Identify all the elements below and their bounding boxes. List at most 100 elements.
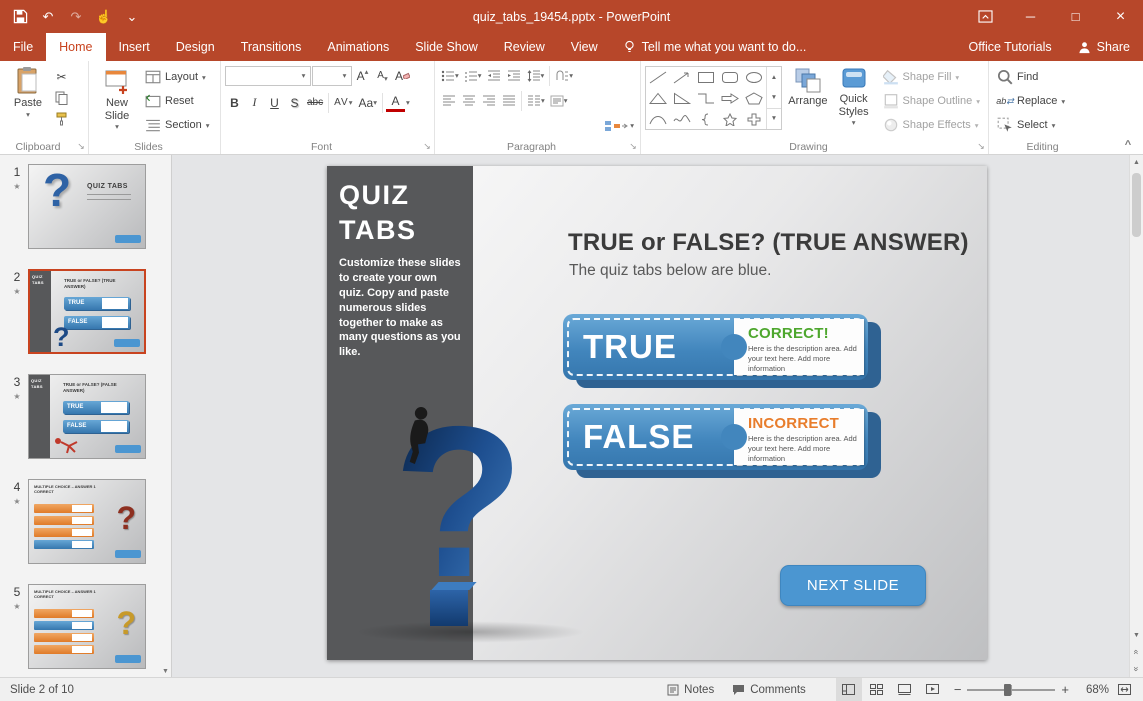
font-dialog-launcher[interactable]: ↘ [421, 140, 433, 152]
quiz-tab-true[interactable]: TRUE CORRECT! Here is the description ar… [563, 314, 881, 390]
find-button[interactable]: Find [993, 65, 1069, 89]
shape-plus[interactable] [742, 109, 766, 130]
strikethrough-button[interactable]: abc [305, 92, 325, 113]
slide-indicator[interactable]: Slide 2 of 10 [0, 684, 74, 696]
cut-button[interactable]: ✂ [52, 66, 71, 87]
format-painter-button[interactable] [52, 108, 71, 129]
align-left-button[interactable] [439, 90, 458, 111]
shape-star[interactable] [718, 109, 742, 130]
character-spacing-button[interactable]: AV▾ [332, 92, 355, 113]
tell-me-box[interactable]: Tell me what you want to do... [611, 33, 819, 61]
drawing-dialog-launcher[interactable]: ↘ [975, 140, 987, 152]
thumbnail-slide-1[interactable]: 1 ★ ? QUIZ TABS [6, 164, 157, 249]
tab-animations[interactable]: Animations [314, 33, 402, 61]
thumb-scroll-down-icon[interactable]: ▼ [160, 665, 171, 677]
save-button[interactable] [8, 4, 32, 30]
shape-line[interactable] [646, 67, 670, 88]
convert-smartart-button[interactable]: ▾ [602, 115, 636, 136]
paragraph-dialog-launcher[interactable]: ↘ [627, 140, 639, 152]
italic-button[interactable]: I [245, 92, 264, 113]
line-spacing-button[interactable]: ▾ [525, 65, 547, 86]
text-direction-button[interactable]: ▾ [553, 65, 575, 86]
shape-rounded-rectangle[interactable] [718, 67, 742, 88]
slide-sorter-view-button[interactable] [864, 678, 890, 701]
minimize-button[interactable]: ─ [1008, 0, 1053, 33]
numbering-button[interactable]: ▾ [462, 65, 484, 86]
ribbon-display-options-button[interactable] [963, 0, 1008, 33]
slide-canvas[interactable]: QUIZ TABS Customize these slides to crea… [327, 166, 987, 660]
thumbnail-slide-5[interactable]: 5 ★ MULTIPLE CHOICE – ANSWER 1 CORRECT ? [6, 584, 157, 669]
reset-button[interactable]: Reset [141, 89, 213, 113]
shape-scribble[interactable] [670, 109, 694, 130]
align-text-button[interactable]: ▾ [548, 90, 570, 111]
bold-button[interactable]: B [225, 92, 244, 113]
next-slide-button[interactable]: NEXT SLIDE [780, 565, 926, 606]
collapse-ribbon-button[interactable]: ^ [1119, 138, 1137, 152]
shapes-scroll-up-icon[interactable]: ▲ [767, 67, 781, 87]
zoom-out-button[interactable]: − [954, 682, 962, 697]
section-button[interactable]: Section ▾ [141, 113, 213, 137]
previous-slide-button[interactable]: « [1129, 646, 1143, 659]
tab-design[interactable]: Design [163, 33, 228, 61]
shape-triangle[interactable] [646, 88, 670, 109]
align-center-button[interactable] [459, 90, 478, 111]
zoom-percentage[interactable]: 68% [1077, 684, 1109, 696]
thumbnail-image[interactable]: MULTIPLE CHOICE – ANSWER 1 CORRECT ? [28, 479, 146, 564]
close-button[interactable]: × [1098, 0, 1143, 33]
maximize-button[interactable]: □ [1053, 0, 1098, 33]
shrink-font-button[interactable]: A▾ [373, 65, 392, 86]
notes-button[interactable]: Notes [659, 678, 722, 701]
tab-view[interactable]: View [558, 33, 611, 61]
tab-insert[interactable]: Insert [106, 33, 163, 61]
replace-button[interactable]: ab⇄ Replace ▾ [993, 89, 1069, 113]
redo-button[interactable]: ↷ [64, 4, 88, 30]
slide-title-text[interactable]: TRUE or FALSE? (TRUE ANSWER) [568, 229, 969, 257]
bullets-button[interactable]: ▾ [439, 65, 461, 86]
justify-button[interactable] [499, 90, 518, 111]
scroll-up-icon[interactable]: ▲ [1130, 155, 1143, 170]
undo-button[interactable]: ↶ [36, 4, 60, 30]
vertical-scrollbar[interactable]: ▲ ▼ « » [1129, 155, 1143, 677]
shape-fill-button[interactable]: Shape Fill ▾ [879, 65, 984, 89]
font-color-dropdown-icon[interactable]: ▾ [406, 98, 410, 107]
new-slide-button[interactable]: New Slide ▾ [93, 64, 141, 132]
tab-home[interactable]: Home [46, 33, 105, 61]
shape-oval[interactable] [742, 67, 766, 88]
tab-transitions[interactable]: Transitions [228, 33, 315, 61]
thumbnail-slide-2[interactable]: 2 ★ QUIZ TABS TRUE or FALSE? (TRUE ANSWE… [6, 269, 157, 354]
arrange-button[interactable]: Arrange [785, 64, 831, 108]
thumbnail-image[interactable]: QUIZ TABS TRUE or FALSE? (TRUE ANSWER) T… [28, 269, 146, 354]
shape-pentagon[interactable] [742, 88, 766, 109]
shape-outline-button[interactable]: Shape Outline ▾ [879, 89, 984, 113]
align-right-button[interactable] [479, 90, 498, 111]
comments-button[interactable]: Comments [724, 678, 814, 701]
shape-effects-button[interactable]: Shape Effects ▾ [879, 113, 984, 137]
thumbnail-scrollbar[interactable]: ▼ [160, 155, 171, 677]
select-button[interactable]: Select ▾ [993, 113, 1069, 137]
reading-view-button[interactable] [892, 678, 918, 701]
zoom-handle[interactable] [1004, 684, 1011, 696]
scroll-down-icon[interactable]: ▼ [1130, 628, 1143, 643]
change-case-button[interactable]: Aa▾ [357, 92, 379, 113]
thumbnail-slide-4[interactable]: 4 ★ MULTIPLE CHOICE – ANSWER 1 CORRECT ? [6, 479, 157, 564]
thumbnail-image[interactable]: MULTIPLE CHOICE – ANSWER 1 CORRECT ? [28, 584, 146, 669]
quick-styles-button[interactable]: Quick Styles ▾ [831, 64, 877, 128]
font-color-button[interactable]: A [386, 94, 405, 112]
touch-mouse-mode-button[interactable]: ☝ [92, 4, 116, 30]
paste-button[interactable]: Paste ▾ [4, 64, 52, 119]
tab-slide-show[interactable]: Slide Show [402, 33, 491, 61]
next-slide-nav-button[interactable]: » [1129, 663, 1143, 676]
fit-slide-to-window-button[interactable] [1111, 678, 1137, 701]
clipboard-dialog-launcher[interactable]: ↘ [75, 140, 87, 152]
copy-button[interactable] [52, 87, 71, 108]
columns-button[interactable]: ▾ [525, 90, 547, 111]
shape-arrow-line[interactable] [670, 67, 694, 88]
layout-button[interactable]: Layout ▾ [141, 65, 213, 89]
quiz-tab-false[interactable]: FALSE INCORRECT Here is the description … [563, 404, 881, 480]
font-size-combo[interactable]: ▾ [312, 66, 352, 86]
slide-subtitle-text[interactable]: The quiz tabs below are blue. [569, 262, 771, 280]
office-tutorials-button[interactable]: Office Tutorials [956, 33, 1065, 61]
clear-formatting-button[interactable]: A [393, 65, 412, 86]
decrease-indent-button[interactable] [485, 65, 504, 86]
shape-left-brace[interactable] [694, 109, 718, 130]
